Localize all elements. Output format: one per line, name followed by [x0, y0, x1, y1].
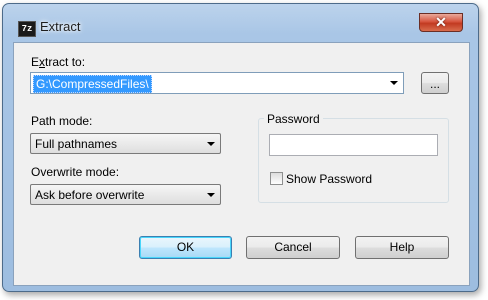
- show-password-label[interactable]: Show Password: [286, 172, 372, 186]
- help-button[interactable]: Help: [355, 236, 449, 259]
- chevron-down-icon: [207, 193, 215, 197]
- show-password-checkbox[interactable]: [270, 172, 283, 185]
- close-button[interactable]: ✕: [419, 13, 463, 32]
- close-icon: ✕: [435, 14, 447, 30]
- overwrite-mode-label: Overwrite mode:: [31, 165, 120, 179]
- chevron-down-icon[interactable]: [390, 81, 398, 85]
- mnemonic-underline: x: [39, 55, 46, 69]
- 7zip-app-icon: 7z: [18, 21, 36, 37]
- password-input[interactable]: [269, 134, 438, 156]
- extract-path-value[interactable]: G:\CompressedFiles\: [33, 75, 152, 93]
- password-group-title: Password: [264, 112, 323, 126]
- password-groupbox: [258, 118, 449, 203]
- path-mode-dropdown[interactable]: Full pathnames: [30, 133, 221, 154]
- extract-to-label: Extract to:: [31, 55, 86, 69]
- extract-path-combobox[interactable]: G:\CompressedFiles\: [30, 72, 404, 94]
- ok-button[interactable]: OK: [139, 236, 232, 259]
- overwrite-mode-value: Ask before overwrite: [35, 188, 145, 202]
- overwrite-mode-dropdown[interactable]: Ask before overwrite: [30, 184, 221, 205]
- path-mode-value: Full pathnames: [35, 137, 118, 151]
- cancel-button[interactable]: Cancel: [246, 236, 340, 259]
- path-mode-label: Path mode:: [31, 114, 93, 128]
- chevron-down-icon: [207, 142, 215, 146]
- window-title: Extract: [40, 19, 81, 34]
- browse-button[interactable]: ...: [421, 72, 449, 94]
